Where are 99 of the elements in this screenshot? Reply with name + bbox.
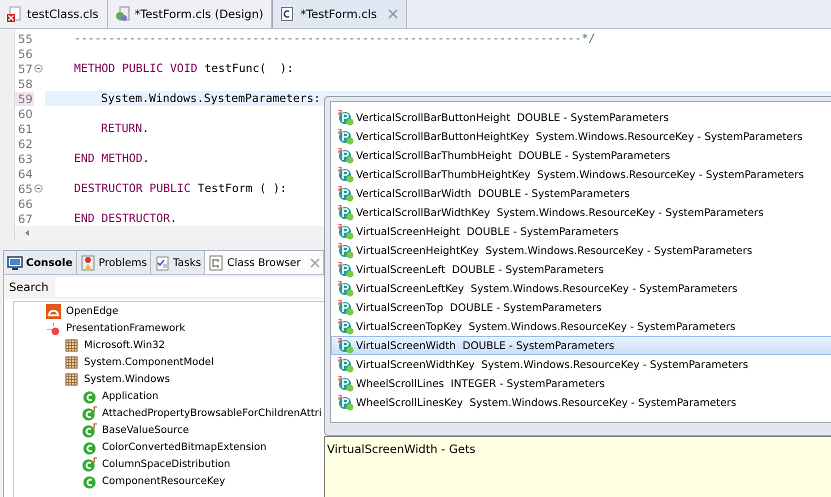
problems-icon [80, 254, 96, 270]
property-icon [338, 356, 354, 372]
code-punctuation: . [170, 211, 177, 225]
completion-item[interactable]: VirtualScreenHeight DOUBLE - SystemParameters [331, 222, 831, 241]
property-icon [338, 376, 354, 392]
info-text: VirtualScreenWidth - Gets [327, 442, 476, 456]
property-icon [338, 242, 354, 258]
completion-item[interactable]: VerticalScrollBarThumbHeightKey System.Windows.ResourceKey - SystemParameters [331, 165, 831, 184]
editor-tab[interactable]: *TestForm.cls (Design) [108, 0, 272, 28]
tree-item[interactable]: PresentationFramework [66, 323, 186, 334]
completion-item[interactable]: VirtualScreenHeightKey System.Windows.ResourceKey - SystemParameters [331, 241, 831, 260]
final-class-icon [82, 457, 97, 472]
line-number: 58 [17, 76, 34, 90]
code-comment: --------------------------------------------------------------------------*/ [74, 31, 596, 45]
assembly-icon [46, 321, 61, 336]
tree-item[interactable]: ComponentResourceKey [102, 476, 226, 487]
property-icon [338, 394, 354, 410]
scroll-left-icon[interactable] [23, 229, 31, 237]
completion-item[interactable]: VerticalScrollBarButtonHeight DOUBLE - SystemParameters [331, 108, 831, 127]
clipboard-icon [154, 254, 170, 270]
completion-item[interactable]: WheelScrollLines INTEGER - SystemParameters [331, 374, 831, 393]
completion-item[interactable]: VerticalScrollBarButtonHeightKey System.Windows.ResourceKey - SystemParameters [331, 127, 831, 146]
class-icon [82, 440, 97, 455]
line-number: 65 [17, 182, 34, 196]
property-icon [338, 128, 354, 144]
code-keyword: END DESTRUCTOR [74, 211, 170, 225]
completion-item[interactable]: VerticalScrollBarWidthKey System.Windows.ResourceKey - SystemParameters [331, 203, 831, 222]
final-class-icon [82, 406, 97, 421]
file-error-icon [6, 6, 22, 22]
code-keyword: END METHOD [74, 151, 143, 165]
property-icon [338, 204, 354, 220]
property-icon [338, 318, 354, 334]
collapse-icon[interactable] [34, 184, 43, 193]
panel-tab[interactable]: Class Browser [205, 251, 324, 274]
class-icon [82, 389, 97, 404]
completion-item[interactable]: VirtualScreenTop DOUBLE - SystemParameters [331, 298, 831, 317]
property-icon [338, 148, 354, 164]
panel-tab[interactable]: Problems [76, 251, 151, 274]
property-icon [338, 262, 354, 278]
tree-item[interactable]: Microsoft.Win32 [84, 340, 165, 351]
editor-tab[interactable]: testClass.cls [0, 0, 108, 28]
final-class-icon [82, 423, 97, 438]
tree-item[interactable]: ColorConvertedBitmapExtension [102, 442, 267, 453]
monitor-icon [7, 254, 23, 270]
property-icon [338, 280, 354, 296]
line-number: 66 [17, 196, 34, 210]
line-number: 57 [17, 62, 34, 76]
code-punctuation: . [142, 121, 150, 135]
namespace-icon [64, 355, 79, 370]
line-number: 61 [17, 122, 34, 136]
code-text: System.Windows.SystemParameters: [101, 91, 320, 105]
namespace-icon [64, 338, 79, 353]
property-icon [338, 300, 354, 316]
completion-item[interactable]: VirtualScreenLeftKey System.Windows.ResourceKey - SystemParameters [331, 279, 831, 298]
class-icon [82, 474, 97, 489]
code-text: TestForm ( ): [198, 181, 287, 195]
namespace-icon [64, 372, 79, 387]
line-number: 60 [17, 106, 34, 120]
line-number: 67 [17, 212, 34, 226]
line-number: 59 [15, 92, 34, 106]
close-icon[interactable] [310, 258, 320, 268]
panel-tab[interactable]: Console [4, 251, 77, 274]
tree-item[interactable]: System.Windows [84, 374, 170, 385]
line-number: 62 [17, 136, 34, 150]
line-number: 56 [17, 46, 34, 60]
line-number: 55 [17, 32, 34, 46]
search-label: Search [9, 280, 49, 294]
design-icon [114, 6, 130, 22]
property-icon [338, 186, 354, 202]
close-icon[interactable] [388, 9, 398, 19]
completion-item[interactable]: VirtualScreenLeft DOUBLE - SystemParameters [331, 260, 831, 279]
editor-tab[interactable]: *TestForm.cls [272, 0, 407, 28]
property-icon [338, 110, 354, 126]
completion-item[interactable]: VirtualScreenTopKey System.Windows.ResourceKey - SystemParameters [331, 317, 831, 336]
code-text: testFunc( ): [204, 61, 294, 75]
product-icon [46, 304, 61, 319]
property-icon [338, 166, 354, 182]
class-file-icon [279, 6, 296, 22]
class-browser-icon [208, 254, 224, 270]
code-punctuation: . [142, 151, 150, 165]
collapse-icon[interactable] [34, 64, 43, 73]
tree-item[interactable]: AttachedPropertyBrowsableForChildrenAttri [102, 408, 322, 419]
code-keyword: METHOD PUBLIC VOID [74, 61, 198, 75]
property-icon [338, 224, 354, 240]
tree-item[interactable]: Application [102, 391, 158, 402]
code-keyword: DESTRUCTOR PUBLIC [74, 181, 191, 195]
tree-item[interactable]: ColumnSpaceDistribution [102, 459, 230, 470]
line-number: 63 [17, 152, 34, 166]
completion-item[interactable]: VerticalScrollBarWidth DOUBLE - SystemParameters [331, 184, 831, 203]
code-keyword: RETURN [101, 121, 142, 135]
completion-item[interactable]: VirtualScreenWidthKey System.Windows.ResourceKey - SystemParameters [331, 355, 831, 374]
property-icon [338, 338, 354, 354]
completion-item[interactable]: VerticalScrollBarThumbHeight DOUBLE - SystemParameters [331, 146, 831, 165]
completion-item[interactable]: WheelScrollLinesKey System.Windows.ResourceKey - SystemParameters [331, 393, 831, 412]
tree-item[interactable]: OpenEdge [66, 306, 118, 317]
tree-item[interactable]: System.ComponentModel [84, 357, 214, 368]
line-number: 64 [17, 166, 34, 180]
completion-item[interactable]: VirtualScreenWidth DOUBLE - SystemParameters [331, 336, 831, 355]
tree-item[interactable]: BaseValueSource [102, 425, 189, 436]
